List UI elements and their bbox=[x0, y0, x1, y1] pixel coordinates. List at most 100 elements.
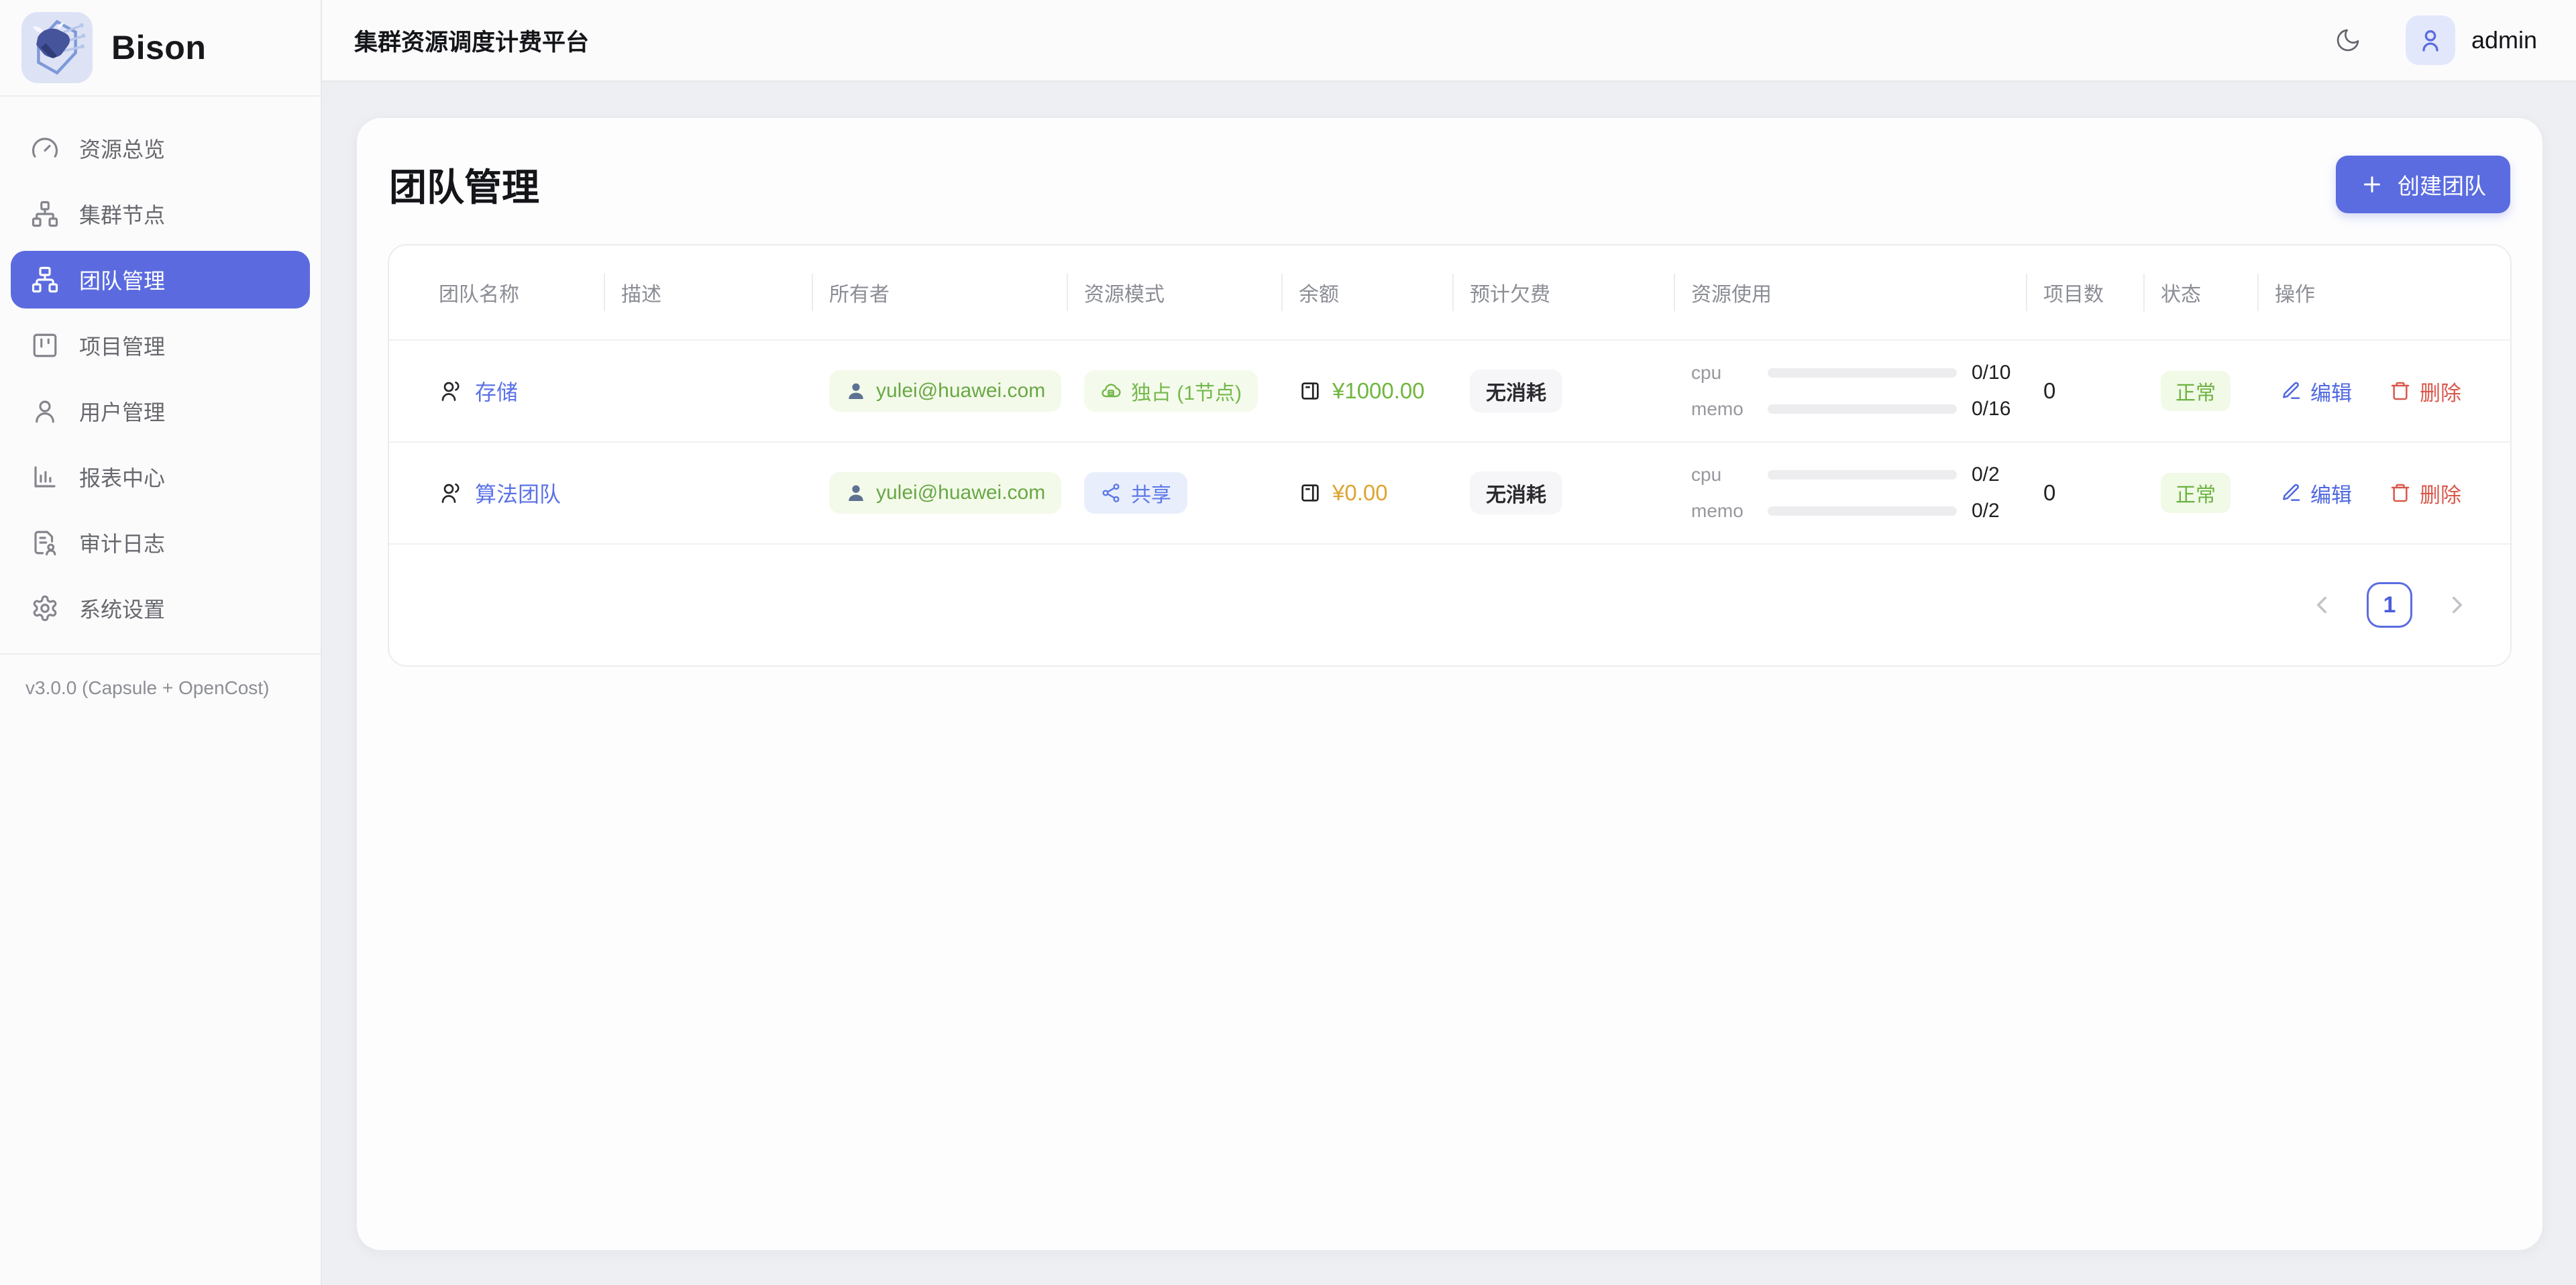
pagination: 1 bbox=[389, 543, 2510, 665]
owner-cell: yulei@huawei.com bbox=[812, 370, 1067, 412]
users-icon bbox=[439, 481, 463, 505]
platform-title: 集群资源调度计费平台 bbox=[354, 23, 589, 58]
edit-button[interactable]: 编辑 bbox=[2280, 376, 2352, 406]
pagination-next-button[interactable] bbox=[2443, 591, 2471, 619]
pagination-page-1[interactable]: 1 bbox=[2367, 582, 2412, 628]
sidebar-item-label: 项目管理 bbox=[79, 330, 165, 361]
theme-toggle-button[interactable] bbox=[2334, 27, 2361, 54]
user-menu[interactable]: admin bbox=[2361, 15, 2537, 65]
sidebar-item-label: 审计日志 bbox=[79, 527, 165, 558]
user-icon bbox=[31, 397, 59, 425]
table-header-row: 团队名称 描述 所有者 资源模式 余额 预计欠费 资源使用 项目数 状态 操作 bbox=[389, 245, 2510, 339]
top-header: 集群资源调度计费平台 admin bbox=[322, 0, 2576, 82]
col-arrears: 预计欠费 bbox=[1452, 274, 1674, 311]
arrears-cell: 无消耗 bbox=[1452, 471, 1674, 514]
page-title: 团队管理 bbox=[389, 158, 539, 212]
actions-cell: 编辑 删除 bbox=[2257, 376, 2510, 406]
sidebar-item-audit-log[interactable]: 审计日志 bbox=[11, 514, 310, 571]
app-logo-block: Bison bbox=[0, 0, 321, 97]
balance-cell: ¥1000.00 bbox=[1281, 378, 1452, 404]
balance-cell: ¥0.00 bbox=[1281, 480, 1452, 506]
cpu-progress-bar bbox=[1768, 368, 1957, 378]
mode-cell: 独占 (1节点) bbox=[1067, 370, 1281, 412]
avatar-user-icon bbox=[2417, 27, 2444, 54]
status-badge: 正常 bbox=[2161, 473, 2231, 513]
app-name: Bison bbox=[111, 28, 206, 67]
table-row: 存储 yulei@huawei.com bbox=[389, 339, 2510, 441]
projects-count: 0 bbox=[2026, 480, 2143, 506]
sidebar-item-project-management[interactable]: 项目管理 bbox=[11, 317, 310, 374]
status-badge: 正常 bbox=[2161, 371, 2231, 411]
wallet-icon bbox=[1299, 482, 1322, 504]
usage-cpu: cpu 0/2 bbox=[1691, 463, 2026, 486]
sidebar-item-label: 团队管理 bbox=[79, 264, 165, 295]
sidebar-item-label: 系统设置 bbox=[79, 593, 165, 624]
usage-memo: memo 0/2 bbox=[1691, 500, 2026, 522]
panel-head: 团队管理 创建团队 bbox=[388, 149, 2512, 213]
delete-label: 删除 bbox=[2420, 376, 2461, 406]
balance: ¥0.00 bbox=[1299, 480, 1452, 506]
status-cell: 正常 bbox=[2143, 371, 2257, 411]
col-description: 描述 bbox=[604, 274, 812, 311]
usage-label: memo bbox=[1691, 398, 1753, 420]
sidebar: Bison 资源总览 集群节点 团队管理 项目管 bbox=[0, 0, 322, 1285]
table-row: 算法团队 yulei@huawei.com bbox=[389, 441, 2510, 543]
sidebar-item-system-settings[interactable]: 系统设置 bbox=[11, 579, 310, 637]
edit-label: 编辑 bbox=[2310, 376, 2352, 406]
moon-icon bbox=[2334, 27, 2361, 54]
usage-label: cpu bbox=[1691, 362, 1753, 384]
pagination-prev-button[interactable] bbox=[2308, 591, 2336, 619]
owner-cell: yulei@huawei.com bbox=[812, 472, 1067, 514]
sidebar-item-cluster-nodes[interactable]: 集群节点 bbox=[11, 185, 310, 243]
usage-value: 0/16 bbox=[1972, 398, 2025, 421]
usage-value: 0/2 bbox=[1972, 463, 2025, 486]
sidebar-item-label: 用户管理 bbox=[79, 396, 165, 427]
delete-button[interactable]: 删除 bbox=[2390, 376, 2461, 406]
col-resource-usage: 资源使用 bbox=[1674, 274, 2026, 311]
mode-pill: 共享 bbox=[1084, 472, 1187, 514]
gauge-icon bbox=[31, 134, 59, 162]
usage-value: 0/10 bbox=[1972, 361, 2025, 384]
arrears-pill: 无消耗 bbox=[1470, 370, 1562, 412]
mode-label: 共享 bbox=[1131, 478, 1171, 508]
memo-progress-bar bbox=[1768, 404, 1957, 414]
sidebar-item-label: 集群节点 bbox=[79, 199, 165, 229]
balance: ¥1000.00 bbox=[1299, 378, 1452, 404]
gear-icon bbox=[31, 594, 59, 622]
usage-cell: cpu 0/2 memo 0/2 bbox=[1674, 463, 2026, 522]
users-icon bbox=[439, 379, 463, 403]
sidebar-item-user-management[interactable]: 用户管理 bbox=[11, 382, 310, 440]
arrears-pill: 无消耗 bbox=[1470, 471, 1562, 514]
main-content: 团队管理 创建团队 团队名称 描述 所有者 资源模式 余额 预计欠费 资源使用 … bbox=[322, 83, 2576, 1285]
col-team-name: 团队名称 bbox=[389, 274, 604, 311]
wallet-icon bbox=[1299, 380, 1322, 402]
sidebar-item-team-management[interactable]: 团队管理 bbox=[11, 251, 310, 309]
owner-pill: yulei@huawei.com bbox=[829, 370, 1061, 412]
sidebar-item-report-center[interactable]: 报表中心 bbox=[11, 448, 310, 506]
chevron-left-icon bbox=[2308, 591, 2336, 619]
delete-button[interactable]: 删除 bbox=[2390, 478, 2461, 508]
kanban-icon bbox=[31, 331, 59, 359]
team-name-cell: 算法团队 bbox=[389, 478, 604, 508]
mode-label: 独占 (1节点) bbox=[1131, 376, 1242, 406]
trash-icon bbox=[2390, 380, 2411, 402]
share-icon bbox=[1100, 482, 1122, 504]
edit-button[interactable]: 编辑 bbox=[2280, 478, 2352, 508]
create-team-button[interactable]: 创建团队 bbox=[2336, 156, 2510, 213]
col-status: 状态 bbox=[2143, 274, 2257, 311]
usage-label: cpu bbox=[1691, 464, 1753, 486]
usage-cell: cpu 0/10 memo 0/16 bbox=[1674, 361, 2026, 421]
pen-icon bbox=[2280, 380, 2302, 402]
chevron-right-icon bbox=[2443, 591, 2471, 619]
col-owner: 所有者 bbox=[812, 274, 1067, 311]
team-name-link[interactable]: 存储 bbox=[439, 376, 604, 406]
col-actions: 操作 bbox=[2257, 274, 2510, 311]
owner-email: yulei@huawei.com bbox=[876, 482, 1045, 504]
usage-memo: memo 0/16 bbox=[1691, 398, 2026, 421]
avatar bbox=[2406, 15, 2455, 65]
sidebar-item-resource-overview[interactable]: 资源总览 bbox=[11, 119, 310, 177]
owner-pill: yulei@huawei.com bbox=[829, 472, 1061, 514]
person-bust-icon bbox=[845, 380, 867, 402]
team-name-link[interactable]: 算法团队 bbox=[439, 478, 604, 508]
owner-email: yulei@huawei.com bbox=[876, 380, 1045, 402]
